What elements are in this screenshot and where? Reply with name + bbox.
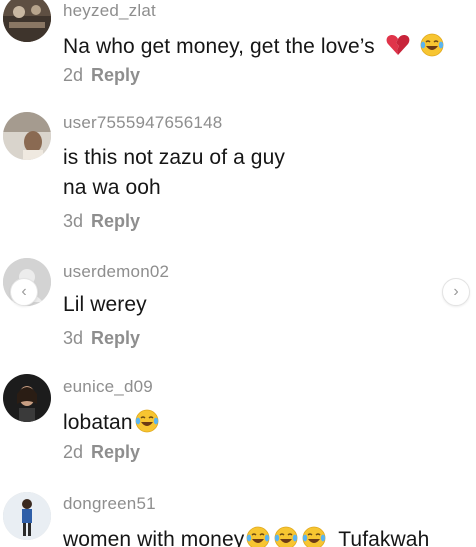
comment-time: 2d	[63, 442, 84, 462]
comment-time: 3d	[63, 211, 84, 231]
comment-time: 3d	[63, 328, 84, 348]
comment-text-line: Lil werey	[63, 293, 147, 316]
avatar-image	[3, 112, 51, 160]
comment-username[interactable]: userdemon02	[63, 262, 169, 282]
comment-username[interactable]: heyzed_zlat	[63, 1, 156, 21]
comment-text-line: lobatan	[63, 411, 133, 434]
comment-meta: 2d Reply	[63, 442, 140, 463]
comment-meta: 3d Reply	[63, 211, 140, 232]
comment-meta: 3d Reply	[63, 328, 140, 349]
comment-text: lobatan	[63, 408, 161, 435]
tears-of-joy-icon	[419, 32, 445, 58]
comments-feed: heyzed_zlat Na who get money, get the lo…	[0, 0, 476, 547]
comment-username[interactable]: user7555947656148	[63, 113, 222, 133]
chevron-left-icon: ‹	[21, 283, 27, 300]
avatar-image	[3, 374, 51, 422]
comment-username[interactable]: eunice_d09	[63, 377, 153, 397]
reply-button[interactable]: Reply	[91, 211, 140, 231]
avatar[interactable]	[3, 0, 51, 42]
comment-text-line: Tufakwah	[338, 528, 430, 547]
broken-heart-icon	[385, 32, 411, 58]
tears-of-joy-icon	[301, 525, 327, 547]
comment-meta: 2d Reply	[63, 65, 140, 86]
chevron-right-icon: ›	[453, 283, 459, 300]
comment-time: 2d	[63, 65, 84, 85]
previous-arrow-button[interactable]: ‹	[10, 278, 38, 306]
avatar[interactable]	[3, 492, 51, 540]
reply-button[interactable]: Reply	[91, 442, 140, 462]
reply-button[interactable]: Reply	[91, 328, 140, 348]
comment-text-line: Na who get money, get the love’s	[63, 35, 375, 58]
tears-of-joy-icon	[245, 525, 271, 547]
avatar-image	[3, 0, 51, 42]
comment-username[interactable]: dongreen51	[63, 494, 156, 514]
tears-of-joy-icon	[134, 408, 160, 434]
next-arrow-button[interactable]: ›	[442, 278, 470, 306]
reply-button[interactable]: Reply	[91, 65, 140, 85]
comment-text: women with money Tufakwah	[63, 525, 429, 547]
comment-text-line: women with money	[63, 528, 245, 547]
avatar[interactable]	[3, 374, 51, 422]
comment-text-line: na wa ooh	[63, 176, 161, 199]
tears-of-joy-icon	[273, 525, 299, 547]
avatar[interactable]	[3, 112, 51, 160]
avatar-image	[3, 492, 51, 540]
comment-text: Na who get money, get the love’s	[63, 32, 446, 59]
comment-text-line: is this not zazu of a guy	[63, 146, 285, 169]
